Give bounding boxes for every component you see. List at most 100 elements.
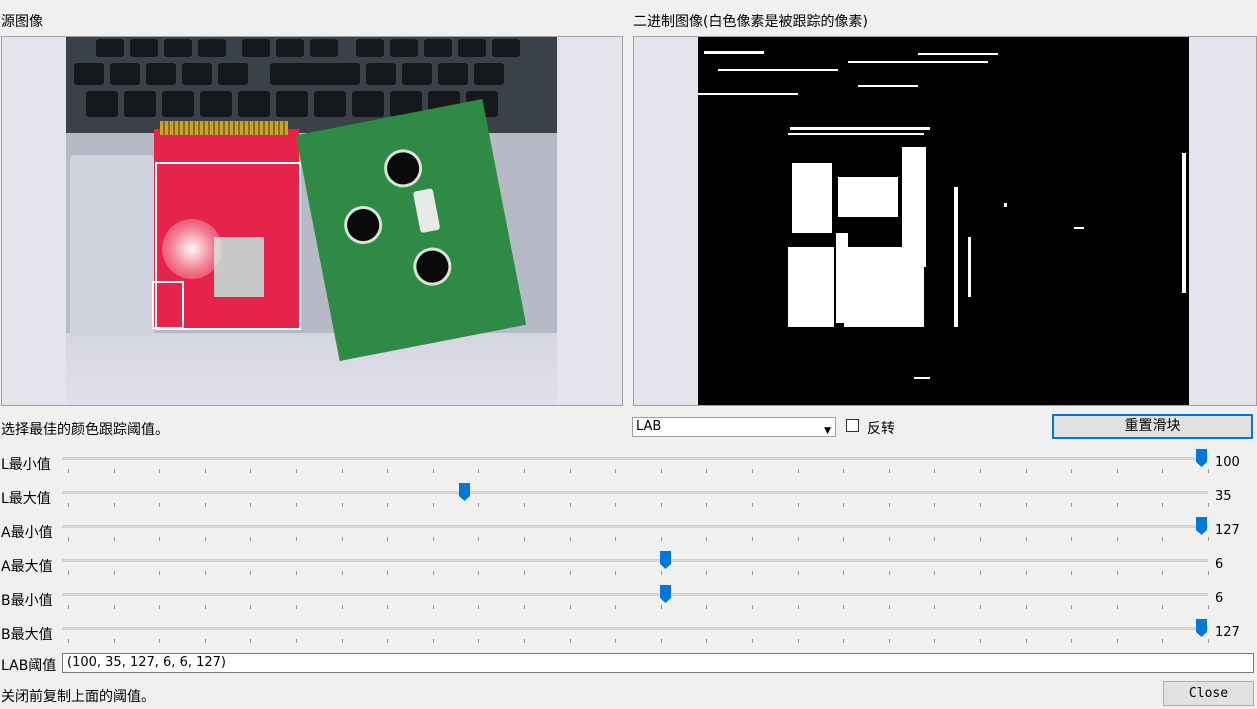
- slider-tick: [387, 571, 388, 575]
- slider-thumb-icon[interactable]: [458, 483, 470, 501]
- slider-tick: [387, 605, 388, 609]
- slider-tick: [68, 469, 69, 473]
- slider-track[interactable]: [62, 457, 1208, 460]
- binary-image: [698, 37, 1189, 405]
- slider-tick: [752, 571, 753, 575]
- slider-tick: [1117, 605, 1118, 609]
- slider-tick: [934, 571, 935, 575]
- slider-thumb-icon[interactable]: [1195, 619, 1207, 637]
- slider-tick: [250, 503, 251, 507]
- slider-tick: [205, 571, 206, 575]
- invert-checkbox[interactable]: [846, 419, 859, 432]
- slider-tick: [1117, 571, 1118, 575]
- slider-track[interactable]: [62, 559, 1208, 562]
- slider-tick: [570, 571, 571, 575]
- slider-tick: [980, 571, 981, 575]
- slider-thumb-icon[interactable]: [1195, 449, 1207, 467]
- slider-tick: [1117, 537, 1118, 541]
- slider-value: 6: [1215, 557, 1224, 572]
- slider-tick: [980, 639, 981, 643]
- slider-label: B最小值: [1, 593, 53, 609]
- slider-label: L最小值: [1, 457, 51, 473]
- invert-label: 反转: [867, 421, 895, 437]
- slider-tick: [1026, 639, 1027, 643]
- slider-tick: [752, 503, 753, 507]
- slider-tick: [433, 639, 434, 643]
- slider-tick: [934, 503, 935, 507]
- slider-tick: [478, 503, 479, 507]
- slider-ticks: [68, 605, 1209, 610]
- slider-tick: [1071, 503, 1072, 507]
- slider-tick: [980, 537, 981, 541]
- close-button[interactable]: Close: [1163, 681, 1254, 706]
- slider-tick: [1162, 571, 1163, 575]
- slider-tick: [524, 537, 525, 541]
- slider-tick: [250, 571, 251, 575]
- slider-tick: [1071, 605, 1072, 609]
- slider-tick: [1026, 571, 1027, 575]
- slider-tick: [706, 639, 707, 643]
- slider-track[interactable]: [62, 627, 1208, 630]
- slider-tick: [387, 503, 388, 507]
- slider-tick: [1162, 503, 1163, 507]
- slider-tick: [798, 571, 799, 575]
- slider-tick: [1071, 469, 1072, 473]
- slider-tick: [114, 469, 115, 473]
- color-space-select[interactable]: LAB ▼: [632, 417, 836, 437]
- slider-tick: [980, 605, 981, 609]
- slider-tick: [159, 503, 160, 507]
- slider-track[interactable]: [62, 491, 1208, 494]
- source-image-title: 源图像: [1, 14, 43, 30]
- slider-tick: [159, 605, 160, 609]
- slider-tick: [342, 537, 343, 541]
- slider-tick: [752, 537, 753, 541]
- slider-ticks: [68, 571, 1209, 576]
- slider-tick: [478, 537, 479, 541]
- slider-tick: [342, 605, 343, 609]
- slider-tick: [1026, 503, 1027, 507]
- source-image: [66, 37, 557, 405]
- color-space-value: LAB: [636, 419, 662, 434]
- reset-sliders-button[interactable]: 重置滑块: [1052, 414, 1253, 439]
- slider-tick: [889, 503, 890, 507]
- slider-tick: [1117, 639, 1118, 643]
- slider-tick: [661, 537, 662, 541]
- slider-thumb-icon[interactable]: [1195, 517, 1207, 535]
- slider-tick: [934, 639, 935, 643]
- slider-tick: [205, 639, 206, 643]
- slider-tick: [980, 503, 981, 507]
- tracking-box-small: [152, 281, 184, 329]
- slider-track[interactable]: [62, 525, 1208, 528]
- slider-tick: [114, 503, 115, 507]
- slider-tick: [250, 639, 251, 643]
- slider-tick: [1071, 571, 1072, 575]
- slider-thumb-icon[interactable]: [659, 551, 671, 569]
- slider-tick: [1071, 537, 1072, 541]
- slider-tick: [798, 469, 799, 473]
- slider-tick: [159, 571, 160, 575]
- slider-thumb-icon[interactable]: [659, 585, 671, 603]
- slider-tick: [342, 639, 343, 643]
- slider-value: 100: [1215, 455, 1240, 470]
- slider-ticks: [68, 537, 1209, 542]
- slider-tick: [706, 469, 707, 473]
- slider-tick: [250, 469, 251, 473]
- slider-tick: [1162, 469, 1163, 473]
- threshold-value: (100, 35, 127, 6, 6, 127): [67, 655, 226, 670]
- slider-tick: [752, 469, 753, 473]
- slider-tick: [1162, 537, 1163, 541]
- slider-tick: [752, 605, 753, 609]
- slider-tick: [1071, 639, 1072, 643]
- slider-tick: [524, 503, 525, 507]
- slider-tick: [889, 537, 890, 541]
- slider-label: B最大值: [1, 627, 53, 643]
- slider-tick: [524, 469, 525, 473]
- slider-tick: [615, 469, 616, 473]
- slider-track[interactable]: [62, 593, 1208, 596]
- slider-tick: [478, 571, 479, 575]
- threshold-field[interactable]: (100, 35, 127, 6, 6, 127): [62, 653, 1254, 673]
- slider-value: 35: [1215, 489, 1232, 504]
- slider-tick: [980, 469, 981, 473]
- slider-tick: [843, 503, 844, 507]
- slider-tick: [615, 503, 616, 507]
